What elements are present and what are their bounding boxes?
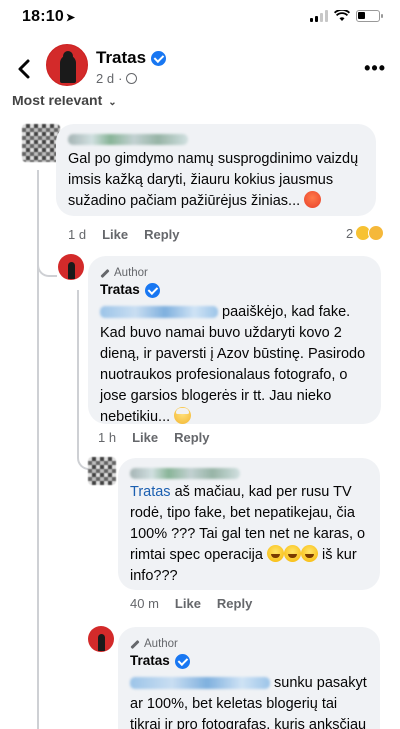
- comment-bubble: Gal po gimdymo namų susprogdinimo vaizdų…: [56, 124, 376, 216]
- post-header: Tratas 2 d · •••: [0, 36, 400, 98]
- status-bar: 18:10 ➤: [0, 0, 400, 34]
- pencil-icon: [130, 639, 140, 650]
- verified-badge-icon: [151, 50, 167, 66]
- cellular-signal-icon: [310, 10, 328, 22]
- grinning-emoji-icon: [301, 545, 319, 562]
- sort-dropdown[interactable]: Most relevant ⌄: [12, 96, 117, 108]
- comment-actions: 1 h Like Reply: [98, 430, 210, 445]
- comment-time: 1 d: [68, 227, 87, 242]
- battery-icon: [356, 10, 383, 22]
- back-arrow-icon[interactable]: [12, 56, 38, 82]
- comment-text: paaiškėjo, kad fake. Kad buvo namai buvo…: [100, 304, 366, 425]
- location-arrow-icon: ➤: [65, 12, 76, 24]
- author-avatar[interactable]: [58, 254, 84, 280]
- thread-line: [77, 290, 79, 440]
- reply-button[interactable]: Reply: [217, 596, 252, 611]
- status-time: 18:10 ➤: [22, 8, 76, 25]
- tagged-user[interactable]: [130, 677, 270, 690]
- wifi-icon: [334, 10, 350, 21]
- reaction-summary[interactable]: 2: [346, 225, 385, 241]
- exploding-head-emoji-icon: [174, 407, 192, 424]
- reaction-count: 2: [346, 225, 354, 241]
- comment-text: sunku pasakyt ar 100%, bet keletas bloge…: [130, 675, 367, 729]
- page-name[interactable]: Tratas: [96, 48, 167, 68]
- pencil-icon: [100, 268, 110, 279]
- comment-text: Gal po gimdymo namų susprogdinimo vaizdų…: [68, 151, 359, 209]
- reply-button[interactable]: Reply: [144, 227, 179, 242]
- reply-button[interactable]: Reply: [174, 430, 209, 445]
- post-meta: 2 d ·: [96, 71, 138, 86]
- comment-bubble: Tratas aš mačiau, kad per rusu TV rodė, …: [118, 458, 380, 590]
- author-badge: Author: [130, 637, 368, 652]
- verified-badge-icon: [174, 653, 190, 669]
- thread-line: [37, 275, 39, 729]
- comment-text: Tratas aš mačiau, kad per rusu TV rodė, …: [130, 484, 366, 584]
- comment-bubble: Author Tratas paaiškėjo, kad fake. Kad b…: [88, 256, 381, 425]
- commenter-avatar[interactable]: [22, 124, 60, 162]
- chevron-down-icon: ⌄: [108, 97, 117, 108]
- angry-emoji-icon: [304, 191, 322, 208]
- grinning-emoji-icon: [267, 545, 285, 562]
- verified-badge-icon: [144, 282, 160, 298]
- author-name[interactable]: Tratas: [100, 281, 369, 299]
- author-avatar[interactable]: [88, 626, 114, 652]
- comment-time: 1 h: [98, 430, 117, 445]
- comment-actions: 40 m Like Reply: [130, 596, 252, 611]
- commenter-avatar[interactable]: [88, 457, 116, 485]
- tagged-user[interactable]: [100, 306, 218, 319]
- author-name[interactable]: Tratas: [130, 652, 368, 670]
- like-button[interactable]: Like: [132, 430, 158, 445]
- comment-actions: 1 d Like Reply: [68, 227, 180, 242]
- commenter-name[interactable]: [68, 134, 364, 145]
- page-avatar[interactable]: [46, 44, 88, 86]
- comment-time: 40 m: [130, 596, 159, 611]
- grinning-emoji-icon: [284, 545, 302, 562]
- like-button[interactable]: Like: [102, 227, 128, 242]
- wow-reaction-icon: [368, 225, 385, 241]
- mention-link[interactable]: Tratas: [130, 484, 171, 500]
- globe-icon: [126, 73, 138, 84]
- more-options-button[interactable]: •••: [364, 58, 386, 79]
- author-badge: Author: [100, 266, 369, 281]
- thread-connector: [37, 255, 57, 277]
- commenter-name[interactable]: [130, 468, 368, 479]
- comment-bubble: Author Tratas sunku pasakyt ar 100%, bet…: [118, 627, 380, 729]
- like-button[interactable]: Like: [175, 596, 201, 611]
- status-icons: [310, 10, 383, 22]
- post-time: 2 d: [96, 71, 115, 86]
